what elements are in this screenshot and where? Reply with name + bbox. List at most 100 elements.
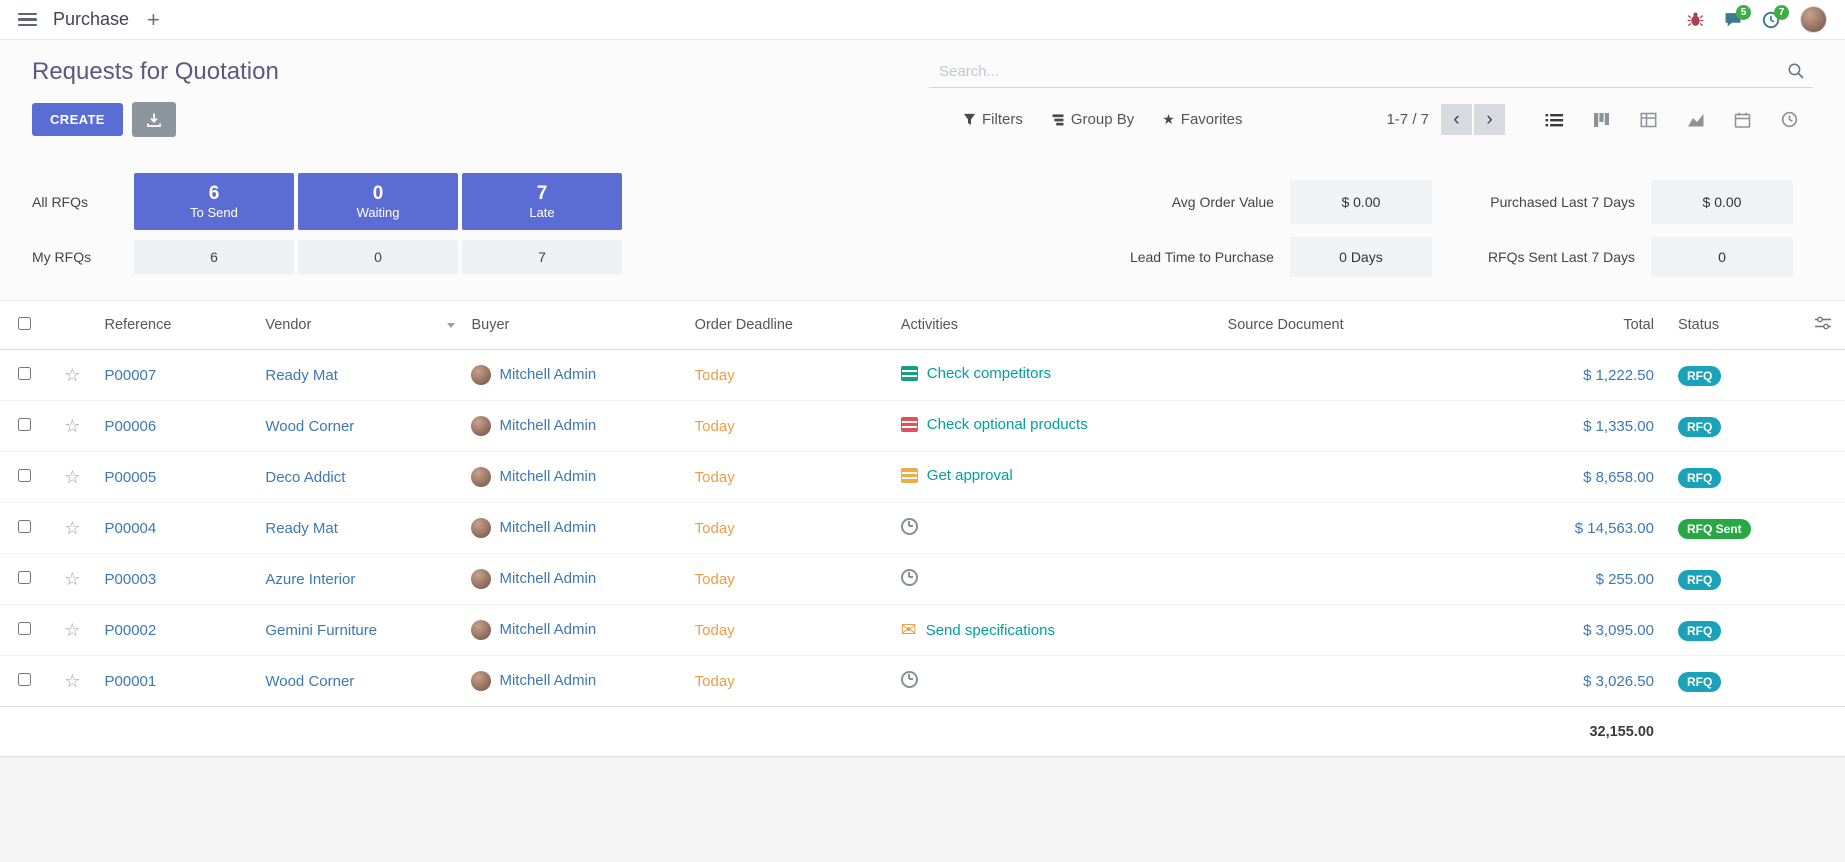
row-checkbox[interactable] [18, 367, 31, 380]
debug-bug-icon[interactable] [1687, 11, 1704, 28]
tile-late[interactable]: 7 Late [462, 173, 622, 230]
activity-tasks-icon[interactable] [901, 468, 918, 483]
activity-cell-content[interactable]: ✉ [901, 518, 927, 535]
buyer-link[interactable]: Mitchell Admin [499, 417, 596, 434]
column-header-reference[interactable]: Reference [97, 301, 258, 350]
kanban-view-button[interactable] [1578, 104, 1625, 135]
graph-view-button[interactable] [1672, 104, 1719, 135]
favorite-star-icon[interactable]: ☆ [64, 518, 80, 538]
reference-link[interactable]: P00007 [105, 367, 157, 384]
tile-waiting[interactable]: 0 Waiting [298, 173, 458, 230]
row-checkbox[interactable] [18, 571, 31, 584]
activities-menu[interactable]: 7 [1762, 11, 1780, 29]
activity-tasks-icon[interactable] [901, 417, 918, 432]
rfq-list: Reference Vendor Buyer Order Deadline Ac… [0, 300, 1845, 757]
export-button[interactable] [132, 102, 176, 137]
optional-columns-button[interactable] [1801, 301, 1845, 350]
column-header-total[interactable]: Total [1499, 301, 1670, 350]
column-header-activities[interactable]: Activities [893, 301, 1220, 350]
table-row[interactable]: ☆ P00004 Ready Mat Mitchell Admin Today … [0, 503, 1845, 554]
column-header-status[interactable]: Status [1670, 301, 1801, 350]
activity-view-button[interactable] [1766, 104, 1813, 135]
calendar-view-button[interactable] [1719, 104, 1766, 135]
row-checkbox[interactable] [18, 622, 31, 635]
vendor-link[interactable]: Deco Addict [265, 469, 345, 486]
activity-clock-icon[interactable] [901, 518, 918, 535]
create-button[interactable]: CREATE [32, 103, 123, 136]
order-deadline-value: Today [695, 469, 735, 486]
vendor-link[interactable]: Wood Corner [265, 673, 354, 690]
buyer-link[interactable]: Mitchell Admin [499, 468, 596, 485]
reference-link[interactable]: P00003 [105, 571, 157, 588]
activity-cell-content[interactable]: ✉ Check competitors [901, 365, 1051, 382]
filters-button[interactable]: Filters [949, 105, 1037, 134]
tile-to-send[interactable]: 6 To Send [134, 173, 294, 230]
plus-icon[interactable]: + [147, 9, 160, 31]
buyer-link[interactable]: Mitchell Admin [499, 366, 596, 383]
favorite-star-icon[interactable]: ☆ [64, 569, 80, 589]
activity-cell-content[interactable]: ✉ Get approval [901, 467, 1013, 484]
pager-next-button[interactable]: › [1474, 104, 1505, 135]
reference-link[interactable]: P00006 [105, 418, 157, 435]
table-row[interactable]: ☆ P00006 Wood Corner Mitchell Admin Toda… [0, 401, 1845, 452]
buyer-link[interactable]: Mitchell Admin [499, 519, 596, 536]
column-header-buyer[interactable]: Buyer [463, 301, 686, 350]
activity-label[interactable]: Get approval [927, 467, 1013, 484]
vendor-link[interactable]: Ready Mat [265, 367, 338, 384]
buyer-link[interactable]: Mitchell Admin [499, 570, 596, 587]
row-checkbox[interactable] [18, 418, 31, 431]
select-all-checkbox[interactable] [18, 317, 31, 330]
my-late[interactable]: 7 [462, 240, 622, 274]
activity-label[interactable]: Check optional products [927, 416, 1088, 433]
my-to-send[interactable]: 6 [134, 240, 294, 274]
favorites-button[interactable]: ★ Favorites [1148, 105, 1256, 134]
vendor-link[interactable]: Wood Corner [265, 418, 354, 435]
activity-clock-icon[interactable] [901, 671, 918, 688]
pager-previous-button[interactable]: ‹ [1441, 104, 1472, 135]
group-by-button[interactable]: Group By [1037, 105, 1148, 134]
reference-link[interactable]: P00004 [105, 520, 157, 537]
favorite-star-icon[interactable]: ☆ [64, 416, 80, 436]
table-row[interactable]: ☆ P00001 Wood Corner Mitchell Admin Toda… [0, 656, 1845, 707]
favorite-star-icon[interactable]: ☆ [64, 467, 80, 487]
messages-menu[interactable]: 5 [1724, 11, 1742, 28]
vendor-link[interactable]: Ready Mat [265, 520, 338, 537]
vendor-link[interactable]: Azure Interior [265, 571, 355, 588]
table-row[interactable]: ☆ P00002 Gemini Furniture Mitchell Admin… [0, 605, 1845, 656]
reference-link[interactable]: P00002 [105, 622, 157, 639]
column-header-order-deadline[interactable]: Order Deadline [687, 301, 893, 350]
activity-tasks-icon[interactable] [901, 366, 918, 381]
table-row[interactable]: ☆ P00005 Deco Addict Mitchell Admin Toda… [0, 452, 1845, 503]
apps-menu-icon[interactable] [18, 13, 37, 27]
activity-clock-icon[interactable] [901, 569, 918, 586]
buyer-link[interactable]: Mitchell Admin [499, 672, 596, 689]
row-checkbox[interactable] [18, 520, 31, 533]
activity-cell-content[interactable]: ✉ Check optional products [901, 416, 1088, 433]
list-view-button[interactable] [1531, 104, 1578, 135]
search-icon[interactable] [1787, 62, 1805, 85]
activity-cell-content[interactable]: ✉ [901, 569, 927, 586]
activity-cell-content[interactable]: ✉ Send specifications [901, 621, 1055, 640]
row-checkbox[interactable] [18, 673, 31, 686]
activity-cell-content[interactable]: ✉ [901, 671, 927, 688]
search-input[interactable] [929, 56, 1813, 88]
column-header-vendor[interactable]: Vendor [257, 301, 463, 350]
favorite-star-icon[interactable]: ☆ [64, 365, 80, 385]
table-row[interactable]: ☆ P00007 Ready Mat Mitchell Admin Today … [0, 350, 1845, 401]
column-header-source-document[interactable]: Source Document [1220, 301, 1500, 350]
activity-label[interactable]: Send specifications [926, 622, 1055, 639]
app-name[interactable]: Purchase [53, 9, 129, 30]
user-avatar[interactable] [1800, 6, 1827, 33]
vendor-link[interactable]: Gemini Furniture [265, 622, 377, 639]
activity-label[interactable]: Check competitors [927, 365, 1051, 382]
reference-link[interactable]: P00005 [105, 469, 157, 486]
buyer-link[interactable]: Mitchell Admin [499, 621, 596, 638]
favorite-star-icon[interactable]: ☆ [64, 620, 80, 640]
pivot-view-button[interactable] [1625, 104, 1672, 135]
favorite-star-icon[interactable]: ☆ [64, 671, 80, 691]
activity-mail-icon[interactable]: ✉ [901, 621, 917, 640]
table-row[interactable]: ☆ P00003 Azure Interior Mitchell Admin T… [0, 554, 1845, 605]
row-checkbox[interactable] [18, 469, 31, 482]
my-waiting[interactable]: 0 [298, 240, 458, 274]
reference-link[interactable]: P00001 [105, 673, 157, 690]
